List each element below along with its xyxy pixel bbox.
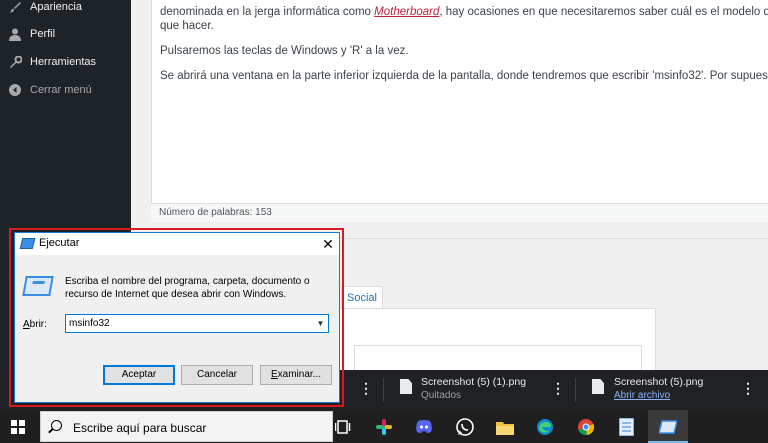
download-menu-button[interactable]: ⋮ [551, 380, 566, 397]
slack-icon[interactable] [374, 417, 394, 437]
edge-icon[interactable] [535, 417, 555, 437]
file-icon [400, 379, 412, 394]
search-placeholder: Escribe aquí para buscar [73, 421, 207, 435]
editor-paragraph: Pulsaremos las teclas de Windows y 'R' a… [160, 45, 409, 57]
user-icon [8, 27, 22, 41]
sidebar-item-perfil[interactable]: Perfil [0, 21, 131, 47]
editor-paragraph: Se abrirá una ventana en la parte inferi… [160, 70, 768, 82]
divider [383, 378, 384, 402]
file-icon [592, 379, 604, 394]
chevron-down-icon[interactable]: ▼ [313, 315, 328, 332]
motherboard-link[interactable]: Motherboard [374, 6, 439, 18]
sidebar-item-label: Apariencia [30, 1, 82, 13]
tab-social[interactable]: Social [341, 286, 383, 309]
whatsapp-icon[interactable] [455, 417, 475, 437]
word-count: Número de palabras: 153 [151, 203, 768, 222]
document-icon[interactable] [616, 417, 636, 437]
sidebar-collapse-button[interactable]: Cerrar menú [0, 77, 131, 103]
discord-icon[interactable] [414, 417, 434, 437]
open-input[interactable] [65, 314, 329, 333]
collapse-arrow-icon [8, 83, 22, 97]
download-filename[interactable]: Screenshot (5).png [614, 376, 703, 388]
download-menu-button[interactable]: ⋮ [741, 380, 756, 397]
editor-line: denominada en la jerga informática como … [160, 6, 768, 18]
windows-start-icon[interactable] [11, 420, 25, 434]
run-icon [658, 417, 678, 437]
taskbar-item-run-active[interactable] [648, 410, 688, 443]
run-icon [19, 238, 36, 249]
wrench-icon [8, 55, 22, 69]
chrome-icon[interactable] [576, 417, 596, 437]
sidebar-item-label: Cerrar menú [30, 84, 92, 96]
sidebar-item-apariencia[interactable]: Apariencia [0, 0, 131, 20]
search-icon [51, 420, 62, 431]
run-icon [22, 276, 54, 296]
paintbrush-icon [8, 0, 22, 14]
sidebar-item-label: Herramientas [30, 56, 97, 68]
cancel-button[interactable]: Cancelar [181, 365, 253, 385]
browse-button[interactable]: Examinar... [260, 365, 332, 385]
editor-line: que hacer. [160, 20, 214, 32]
sidebar-item-label: Perfil [30, 28, 56, 40]
dialog-titlebar[interactable]: Ejecutar ✕ [15, 233, 339, 255]
download-filename[interactable]: Screenshot (5) (1).png [421, 376, 526, 388]
close-button[interactable]: ✕ [317, 233, 339, 255]
sidebar-item-herramientas[interactable]: Herramientas [0, 49, 131, 75]
task-view-icon[interactable] [333, 417, 353, 437]
file-explorer-icon[interactable] [495, 417, 515, 437]
download-menu-button[interactable]: ⋮ [359, 380, 374, 397]
taskbar-search[interactable]: Escribe aquí para buscar [40, 411, 333, 442]
taskbar: Escribe aquí para buscar [0, 410, 768, 443]
divider [575, 378, 576, 402]
run-dialog: Ejecutar ✕ Escriba el nombre del program… [14, 232, 340, 403]
open-file-link[interactable]: Abrir archivo [614, 390, 670, 401]
download-status: Quitados [421, 390, 462, 401]
post-editor[interactable]: denominada en la jerga informática como … [151, 0, 768, 222]
accept-button[interactable]: Aceptar [103, 365, 175, 385]
open-label: Abrir: [23, 319, 47, 330]
dialog-description: Escriba el nombre del programa, carpeta,… [65, 276, 310, 300]
dialog-title: Ejecutar [39, 237, 80, 249]
